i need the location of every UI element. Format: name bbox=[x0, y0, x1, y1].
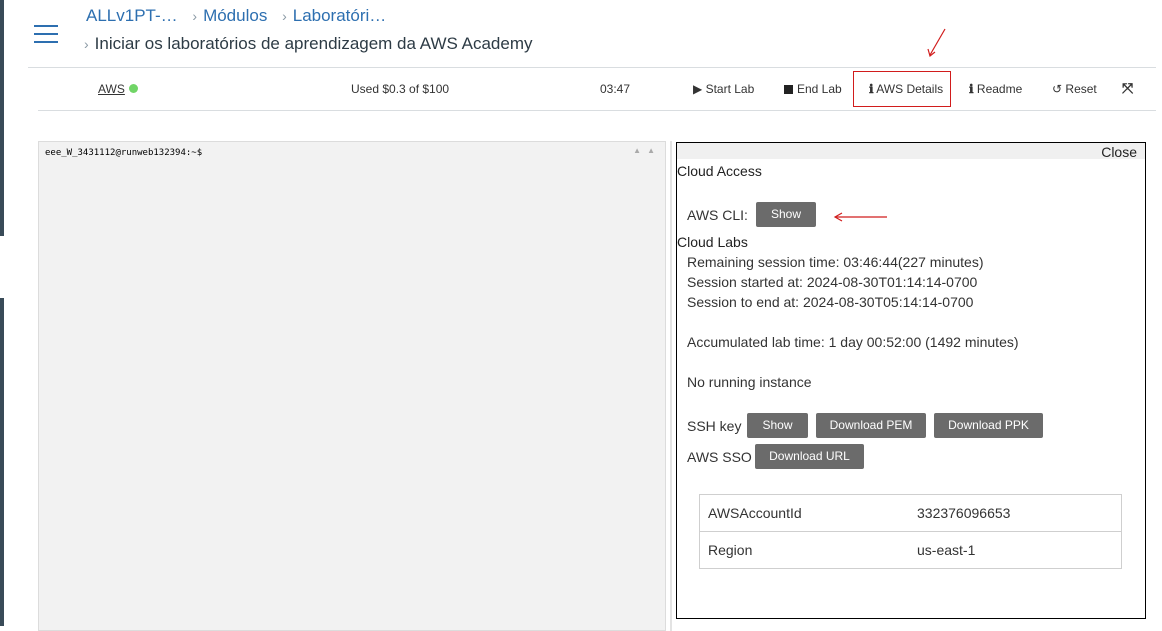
download-url-button[interactable]: Download URL bbox=[755, 444, 864, 469]
panel-header bbox=[677, 143, 1145, 159]
end-lab-button[interactable]: End Lab bbox=[784, 82, 842, 96]
cloud-access-title: Cloud Access bbox=[677, 163, 762, 179]
chevron-right-icon: › bbox=[282, 8, 287, 24]
left-edge-strip bbox=[0, 298, 4, 626]
reset-label: Reset bbox=[1065, 82, 1097, 96]
play-icon: ▶ bbox=[693, 82, 703, 96]
aws-cli-show-button[interactable]: Show bbox=[756, 202, 816, 227]
table-row: Region us-east-1 bbox=[699, 531, 1122, 569]
cloud-labs-title: Cloud Labs bbox=[677, 234, 748, 250]
start-lab-button[interactable]: ▶ Start Lab bbox=[693, 82, 754, 96]
download-pem-button[interactable]: Download PEM bbox=[816, 413, 926, 438]
page-title: › Iniciar os laboratórios de aprendizagem… bbox=[84, 34, 533, 54]
budget-text: Used $0.3 of $100 bbox=[351, 82, 450, 96]
end-lab-label: End Lab bbox=[797, 82, 842, 96]
chevron-right-icon: › bbox=[84, 36, 89, 52]
ssh-key-label: SSH key bbox=[687, 418, 742, 434]
table-value: 332376096653 bbox=[909, 494, 1122, 532]
info-icon: ℹ bbox=[869, 82, 874, 96]
reset-button[interactable]: ↺ Reset bbox=[1052, 82, 1097, 96]
stop-icon bbox=[784, 85, 793, 94]
lab-toolbar: AWS Used $0.3 of $100 03:47 ▶ Start Lab … bbox=[0, 68, 1162, 110]
table-row: AWSAccountId 332376096653 bbox=[699, 494, 1122, 532]
download-ppk-button[interactable]: Download PPK bbox=[934, 413, 1043, 438]
left-edge-strip bbox=[0, 0, 4, 236]
page-title-text: Iniciar os laboratórios de aprendizagem … bbox=[94, 34, 533, 53]
accumulated-time-text: Accumulated lab time: 1 day 00:52:00 (14… bbox=[687, 334, 1019, 350]
remaining-time-text: Remaining session time: 03:46:44(227 min… bbox=[687, 254, 984, 270]
hamburger-menu-icon[interactable] bbox=[34, 25, 58, 43]
breadcrumb-lab-link[interactable]: Laboratóri… bbox=[293, 6, 387, 25]
pane-resize-handle[interactable] bbox=[670, 141, 672, 631]
account-info-table: AWSAccountId 332376096653 Region us-east… bbox=[699, 494, 1122, 569]
expand-arrows-icon[interactable]: ⤧ bbox=[1122, 80, 1133, 97]
ssh-show-button[interactable]: Show bbox=[747, 413, 808, 438]
breadcrumb-modules-link[interactable]: Módulos bbox=[203, 6, 267, 25]
readme-label: Readme bbox=[976, 82, 1023, 96]
scroll-up-arrows-icon[interactable]: ▲▲ bbox=[633, 146, 661, 155]
aws-details-label: AWS Details bbox=[876, 82, 944, 96]
readme-button[interactable]: ℹ Readme bbox=[969, 82, 1022, 96]
undo-icon: ↺ bbox=[1052, 82, 1063, 96]
divider bbox=[38, 110, 1156, 111]
aws-status[interactable]: AWS bbox=[98, 82, 138, 96]
table-value: us-east-1 bbox=[909, 531, 1122, 569]
terminal-pane[interactable]: eee_W_3431112@runweb132394:~$ ▲▲ bbox=[38, 141, 666, 631]
start-lab-label: Start Lab bbox=[705, 82, 755, 96]
session-timer: 03:47 bbox=[600, 82, 631, 96]
chevron-right-icon: › bbox=[192, 8, 198, 24]
status-dot-icon bbox=[128, 84, 138, 93]
aws-cli-label: AWS CLI: bbox=[687, 207, 748, 223]
terminal-prompt: eee_W_3431112@runweb132394:~$ bbox=[45, 148, 203, 158]
table-key: Region bbox=[699, 531, 909, 569]
info-icon: ℹ bbox=[969, 82, 974, 96]
aws-label: AWS bbox=[98, 82, 125, 96]
close-button[interactable]: Close bbox=[1101, 144, 1137, 160]
aws-sso-label: AWS SSO bbox=[687, 449, 752, 465]
breadcrumb-course-link[interactable]: ALLv1PT-… bbox=[86, 6, 178, 25]
aws-details-button[interactable]: ℹ AWS Details bbox=[869, 82, 943, 96]
annotation-arrow-icon bbox=[927, 28, 946, 58]
aws-details-panel: Close Cloud Access AWS CLI: Show Cloud L… bbox=[676, 142, 1146, 619]
session-end-text: Session to end at: 2024-08-30T05:14:14-0… bbox=[687, 294, 974, 310]
table-key: AWSAccountId bbox=[699, 494, 909, 532]
breadcrumb: ALLv1PT-… › Módulos › Laboratóri… bbox=[86, 6, 386, 26]
instance-status-text: No running instance bbox=[687, 374, 812, 390]
session-start-text: Session started at: 2024-08-30T01:14:14-… bbox=[687, 274, 978, 290]
